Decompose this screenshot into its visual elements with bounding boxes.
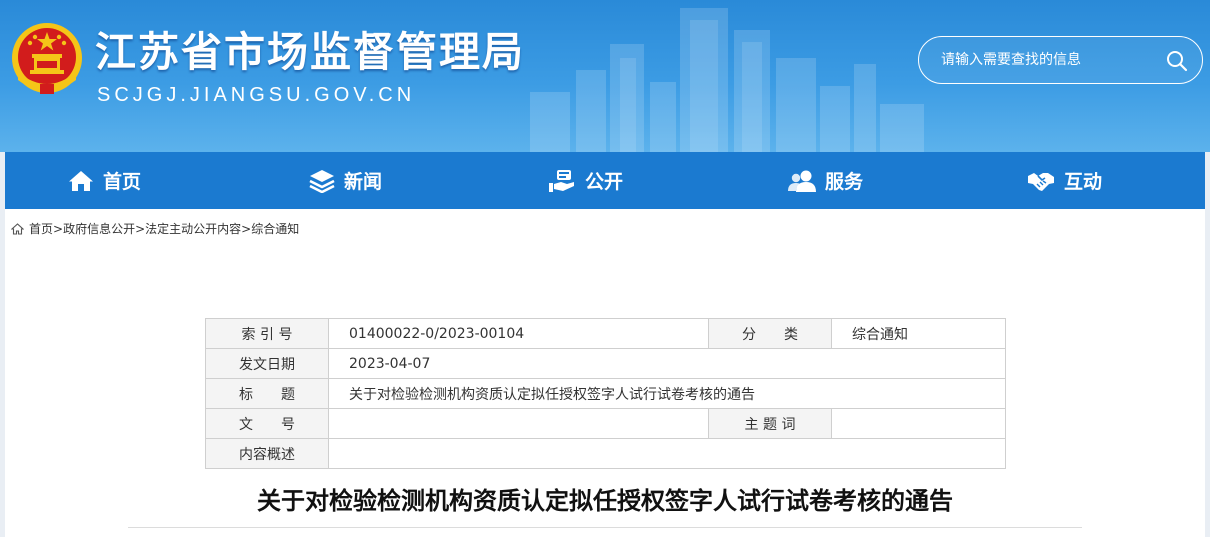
title-divider xyxy=(128,527,1082,528)
title-value: 关于对检验检测机构资质认定拟任授权签字人试行试卷考核的通告 xyxy=(328,378,1006,409)
keywords-label: 主 题 词 xyxy=(708,408,832,439)
article-title: 关于对检验检测机构资质认定拟任授权签字人试行试卷考核的通告 xyxy=(257,487,953,515)
site-title: 江苏省市场监督管理局 xyxy=(95,28,525,76)
home-icon xyxy=(11,222,24,235)
nav-item-home[interactable]: 首页 xyxy=(68,152,141,209)
table-row: 标 题 关于对检验检测机构资质认定拟任授权签字人试行试卷考核的通告 xyxy=(205,378,1006,409)
breadcrumb-separator: > xyxy=(135,221,146,236)
nav-item-news[interactable]: 新闻 xyxy=(309,152,382,209)
breadcrumb-separator: > xyxy=(241,221,252,236)
main-content: 首页 > 政府信息公开 > 法定主动公开内容 > 综合通知 索 引 号 0140… xyxy=(5,209,1205,537)
main-nav: 首页 新闻 公开 服务 互动 xyxy=(5,152,1205,209)
nav-item-label: 公开 xyxy=(585,171,624,193)
home-icon xyxy=(69,170,93,191)
summary-value xyxy=(328,438,1006,469)
open-hand-icon xyxy=(549,169,574,192)
layers-icon xyxy=(309,169,335,193)
search-box xyxy=(918,36,1203,84)
category-value: 综合通知 xyxy=(831,318,1006,349)
nav-item-open[interactable]: 公开 xyxy=(548,152,623,209)
handshake-icon xyxy=(1028,172,1054,191)
table-row: 发文日期 2023-04-07 xyxy=(205,348,1006,379)
breadcrumb-home[interactable]: 首页 xyxy=(29,220,53,237)
site-domain: SCJGJ.JIANGSU.GOV.CN xyxy=(97,84,416,106)
date-value: 2023-04-07 xyxy=(328,348,1006,379)
nav-item-service[interactable]: 服务 xyxy=(788,152,863,209)
search-button[interactable] xyxy=(1165,49,1189,73)
date-label: 发文日期 xyxy=(205,348,329,379)
table-row: 内容概述 xyxy=(205,438,1006,469)
doc-no-label: 文 号 xyxy=(205,408,329,439)
city-skyline-decoration xyxy=(530,8,924,152)
category-label: 分 类 xyxy=(708,318,832,349)
nav-item-label: 服务 xyxy=(825,171,864,193)
nav-item-interact[interactable]: 互动 xyxy=(1027,152,1102,209)
breadcrumb: 首页 > 政府信息公开 > 法定主动公开内容 > 综合通知 xyxy=(11,220,299,237)
table-row: 文 号 主 题 词 xyxy=(205,408,1006,439)
breadcrumb-statutory[interactable]: 法定主动公开内容 xyxy=(145,220,241,237)
table-row: 索 引 号 01400022-0/2023-00104 分 类 综合通知 xyxy=(205,318,1006,349)
breadcrumb-separator: > xyxy=(53,221,64,236)
nav-item-label: 互动 xyxy=(1064,171,1103,193)
title-label: 标 题 xyxy=(205,378,329,409)
index-label: 索 引 号 xyxy=(205,318,329,349)
breadcrumb-general-notice[interactable]: 综合通知 xyxy=(251,220,299,237)
users-icon xyxy=(788,170,816,192)
nav-item-label: 新闻 xyxy=(344,171,383,193)
search-input[interactable] xyxy=(941,47,1151,73)
nav-item-label: 首页 xyxy=(103,171,142,193)
keywords-value xyxy=(831,408,1006,439)
index-value: 01400022-0/2023-00104 xyxy=(328,318,709,349)
national-emblem-icon xyxy=(12,23,82,94)
doc-no-value xyxy=(328,408,709,439)
summary-label: 内容概述 xyxy=(205,438,329,469)
document-info-table: 索 引 号 01400022-0/2023-00104 分 类 综合通知 发文日… xyxy=(205,318,1006,469)
search-icon xyxy=(1167,51,1188,72)
site-header: 江苏省市场监督管理局 SCJGJ.JIANGSU.GOV.CN xyxy=(0,0,1210,152)
breadcrumb-gov-info[interactable]: 政府信息公开 xyxy=(63,220,135,237)
